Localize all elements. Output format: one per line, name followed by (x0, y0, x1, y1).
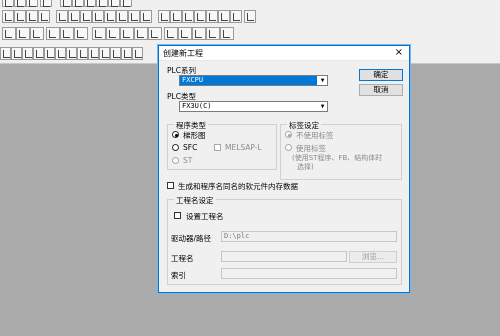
toolbar-icon[interactable] (16, 27, 30, 40)
toolbar-icon[interactable] (22, 47, 33, 60)
toolbar-icon[interactable] (2, 0, 14, 7)
toolbar-icon[interactable] (220, 27, 234, 40)
toolbar-icon[interactable] (106, 27, 120, 40)
project-name-label: 工程名 (171, 254, 194, 263)
toolbar-icon[interactable] (148, 27, 162, 40)
toolbar-icon[interactable] (46, 27, 60, 40)
toolbar-icon[interactable] (194, 10, 206, 23)
toolbar-icon[interactable] (192, 27, 206, 40)
dialog-title: 创建新工程 (163, 49, 203, 58)
toolbar-icon[interactable] (60, 27, 74, 40)
toolbar-icon[interactable] (14, 10, 26, 23)
toolbar-row-2 (0, 10, 500, 25)
toolbar-icon[interactable] (66, 47, 77, 60)
create-project-dialog: 创建新工程 × PLC系列 FXCPU ▼ PLC类型 FX3U(C) ▼ 确定… (158, 45, 410, 293)
no-label-label: 不使用标签 (296, 131, 334, 140)
toolbar-icon[interactable] (178, 27, 192, 40)
toolbar-icon[interactable] (120, 27, 134, 40)
title-field[interactable] (221, 268, 397, 279)
toolbar-icon[interactable] (218, 10, 230, 23)
toolbar-icon[interactable] (26, 0, 38, 7)
set-name-checkbox[interactable] (174, 212, 181, 219)
toolbar-icon[interactable] (38, 10, 50, 23)
use-label-radio[interactable] (285, 144, 292, 151)
dialog-titlebar[interactable]: 创建新工程 × (159, 46, 409, 61)
toolbar-icon[interactable] (120, 0, 132, 7)
toolbar-icon[interactable] (140, 10, 152, 23)
toolbar-icon[interactable] (40, 0, 52, 7)
toolbar-icon[interactable] (128, 10, 140, 23)
toolbar-icon[interactable] (182, 10, 194, 23)
melsap-label: MELSAP-L (225, 143, 262, 152)
ladder-label: 梯形图 (183, 131, 206, 140)
toolbar-icon[interactable] (60, 0, 72, 7)
toolbar-icon[interactable] (92, 27, 106, 40)
toolbar-icon[interactable] (26, 10, 38, 23)
toolbar-icon[interactable] (11, 47, 22, 60)
drive-path-label: 驱动器/路径 (171, 234, 212, 243)
browse-button[interactable]: 浏览... (349, 251, 397, 263)
no-label-radio[interactable] (285, 131, 292, 138)
sfc-radio[interactable] (172, 144, 179, 151)
toolbar-icon[interactable] (170, 10, 182, 23)
chevron-down-icon[interactable]: ▼ (318, 102, 327, 111)
toolbar-icon[interactable] (88, 47, 99, 60)
toolbar-icon[interactable] (92, 10, 104, 23)
melsap-checkbox[interactable] (214, 144, 221, 151)
toolbar-icon[interactable] (206, 27, 220, 40)
chevron-down-icon[interactable]: ▼ (318, 76, 327, 85)
toolbar-icon[interactable] (206, 10, 218, 23)
toolbar-icon[interactable] (244, 10, 256, 23)
toolbar-icon[interactable] (77, 47, 88, 60)
plc-series-value: FXCPU (180, 76, 317, 85)
plc-series-select[interactable]: FXCPU ▼ (179, 75, 328, 86)
toolbar-icon[interactable] (55, 47, 66, 60)
toolbar-icon[interactable] (110, 47, 121, 60)
gen-memory-checkbox[interactable] (167, 182, 174, 189)
ladder-radio[interactable] (172, 131, 179, 138)
gen-memory-label: 生成和程序名同名的软元件内存数据 (178, 182, 298, 191)
toolbar-icon[interactable] (56, 10, 68, 23)
ok-button[interactable]: 确定 (359, 69, 403, 81)
toolbar-icon[interactable] (158, 10, 170, 23)
toolbar-icon[interactable] (72, 0, 84, 7)
toolbar-icon[interactable] (96, 0, 108, 7)
toolbar-icon[interactable] (33, 47, 44, 60)
toolbar-icon[interactable] (2, 10, 14, 23)
toolbar-icon[interactable] (84, 0, 96, 7)
project-name-field[interactable] (221, 251, 347, 262)
toolbar-icon[interactable] (108, 0, 120, 7)
toolbar-icon[interactable] (68, 10, 80, 23)
set-name-label: 设置工程名 (186, 212, 224, 221)
toolbar-icon[interactable] (132, 47, 143, 60)
project-name-title: 工程名设定 (174, 195, 216, 206)
use-label-note-2: 选择) (297, 163, 314, 171)
toolbar-icon[interactable] (74, 27, 88, 40)
cancel-button[interactable]: 取消 (359, 84, 403, 96)
toolbar-icon[interactable] (44, 47, 55, 60)
toolbar-icon[interactable] (2, 27, 16, 40)
close-icon[interactable]: × (395, 46, 403, 60)
toolbar-icon[interactable] (0, 47, 11, 60)
title-label: 索引 (171, 271, 186, 280)
toolbar-icon[interactable] (104, 10, 116, 23)
st-label: ST (183, 156, 193, 165)
plc-type-select[interactable]: FX3U(C) ▼ (179, 101, 328, 112)
toolbar-icon[interactable] (134, 27, 148, 40)
toolbar-icon[interactable] (99, 47, 110, 60)
toolbar-icon[interactable] (164, 27, 178, 40)
toolbar-icon[interactable] (14, 0, 26, 7)
plc-type-value: FX3U(C) (182, 102, 212, 110)
drive-path-field[interactable]: D:\plc (221, 231, 397, 242)
toolbar-icon[interactable] (230, 10, 242, 23)
toolbar-icon[interactable] (30, 27, 44, 40)
toolbar-icon[interactable] (121, 47, 132, 60)
toolbar-row-3 (0, 24, 500, 45)
toolbar-icon[interactable] (116, 10, 128, 23)
toolbar-icon[interactable] (80, 10, 92, 23)
sfc-label: SFC (183, 143, 198, 152)
st-radio[interactable] (172, 157, 179, 164)
